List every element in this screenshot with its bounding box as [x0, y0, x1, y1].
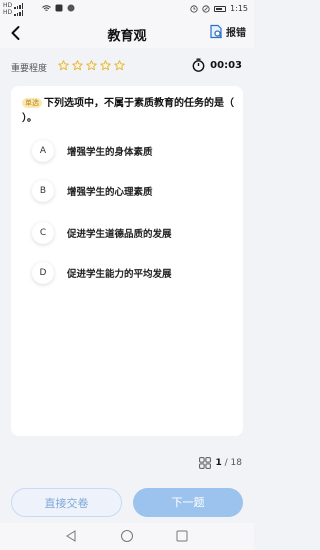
- importance-label: 重要程度: [11, 64, 48, 74]
- star-icon: [86, 60, 97, 71]
- question-counter[interactable]: 1 / 18: [198, 457, 242, 469]
- timer-value: 00:03: [210, 59, 242, 71]
- option-letter: A: [32, 140, 54, 162]
- importance-stars: [58, 60, 125, 71]
- report-icon: [210, 24, 222, 39]
- wifi-icon: [42, 4, 51, 11]
- star-icon: [114, 60, 125, 71]
- option-letter: D: [32, 262, 54, 284]
- status-bar: HD HD 1:15: [0, 0, 254, 18]
- star-icon: [72, 60, 83, 71]
- battery-icon: [214, 5, 227, 12]
- carrier-1-label: HD: [3, 2, 13, 9]
- report-label: 报错: [226, 28, 246, 39]
- signal-icon: [14, 3, 24, 9]
- status-right: 1:15: [190, 4, 248, 13]
- vibrate-icon: [202, 4, 210, 13]
- option-c[interactable]: C 促进学生道德品质的发展: [11, 220, 243, 250]
- option-text: 促进学生道德品质的发展: [67, 229, 172, 240]
- timer: 00:03: [192, 58, 242, 72]
- signal-block: HD HD: [3, 2, 24, 16]
- option-text: 促进学生能力的平均发展: [67, 269, 172, 280]
- stopwatch-icon: [192, 58, 205, 72]
- question-stem: 单选 下列选项中，不属于素质教育的任务的是（ ）。: [22, 96, 236, 126]
- status-icons: [42, 4, 75, 12]
- alarm-icon: [190, 4, 198, 13]
- notification-icon: [55, 4, 63, 12]
- report-error-button[interactable]: 报错: [209, 24, 246, 39]
- star-icon: [58, 60, 69, 71]
- nav-recents-icon[interactable]: [175, 529, 189, 543]
- question-card: 单选 下列选项中，不属于素质教育的任务的是（ ）。 A 增强学生的身体素质 B 增…: [11, 86, 243, 436]
- system-nav-bar: [0, 523, 254, 550]
- option-letter: B: [32, 180, 54, 202]
- app-header: 教育观 报错: [0, 18, 254, 48]
- counter-total: / 18: [221, 458, 242, 468]
- signal-icon-2: [14, 10, 24, 16]
- option-d[interactable]: D 促进学生能力的平均发展: [11, 260, 243, 290]
- nav-back-icon[interactable]: [64, 529, 78, 543]
- next-question-button[interactable]: 下一题: [133, 488, 243, 517]
- option-b[interactable]: B 增强学生的心理素质: [11, 178, 243, 208]
- question-type-badge: 单选: [22, 98, 42, 108]
- carrier-2-label: HD: [3, 9, 13, 16]
- option-text: 增强学生的心理素质: [67, 187, 153, 198]
- option-a[interactable]: A 增强学生的身体素质: [11, 138, 243, 168]
- counter-text: 1 / 18: [216, 458, 242, 468]
- submit-exam-button[interactable]: 直接交卷: [11, 488, 122, 517]
- option-letter: C: [32, 222, 54, 244]
- option-text: 增强学生的身体素质: [67, 147, 153, 158]
- nav-home-icon[interactable]: [120, 529, 134, 543]
- star-icon: [100, 60, 111, 71]
- grid-icon: [198, 457, 211, 469]
- meta-row: 重要程度 00:03: [0, 56, 254, 76]
- status-time: 1:15: [230, 4, 248, 13]
- app-icon: [67, 4, 75, 12]
- question-text: 下列选项中，不属于素质教育的任务的是（ ）。: [22, 98, 234, 124]
